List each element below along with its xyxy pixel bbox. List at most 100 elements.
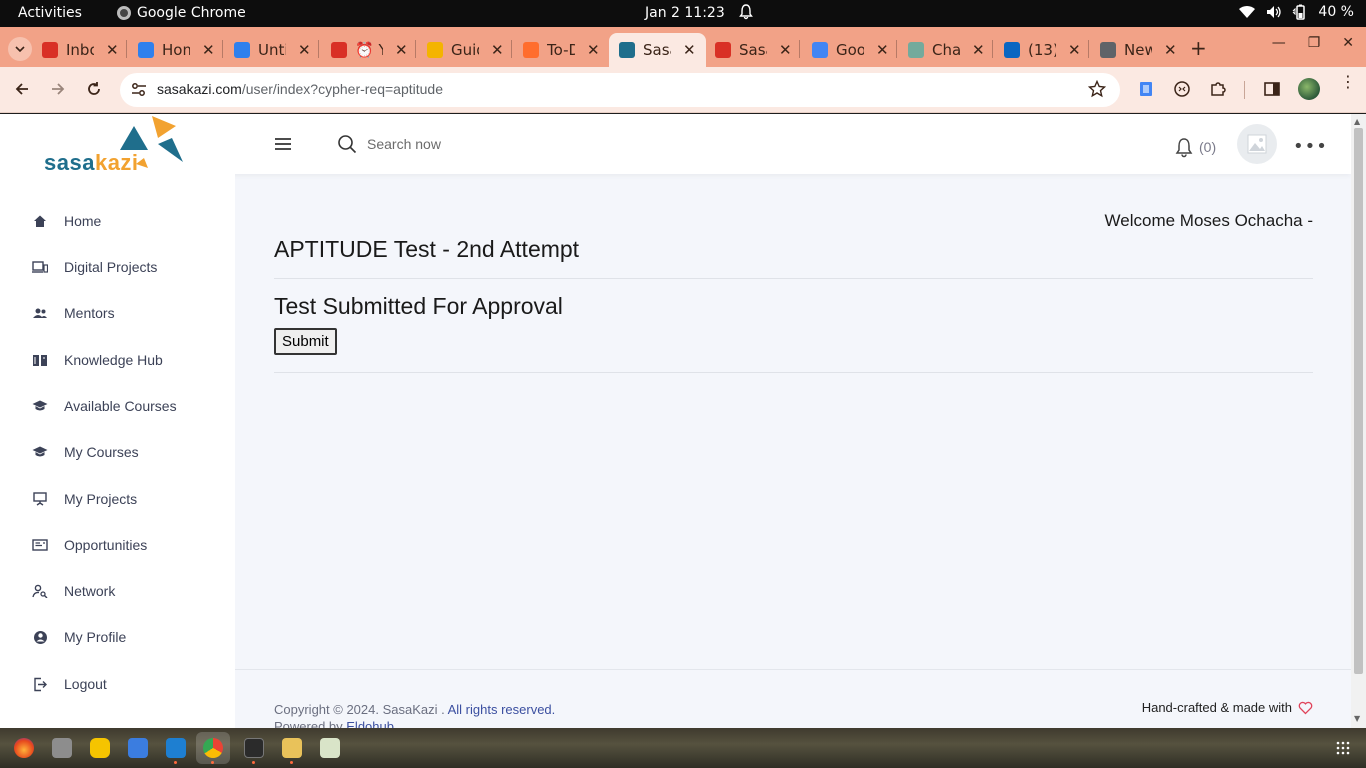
address-bar[interactable]: sasakazi.com/user/index?cypher-req=aptit… [120,73,1120,107]
files-icon[interactable] [52,738,72,758]
scroll-down-icon[interactable]: ▼ [1354,714,1360,723]
show-apps-icon[interactable] [1336,741,1350,755]
submit-button[interactable]: Submit [274,328,337,355]
reload-button[interactable] [84,79,104,99]
sidebar-item-label: Digital Projects [64,259,158,275]
close-tab-icon[interactable]: ✕ [1164,41,1177,59]
sidebar-item-label: My Courses [64,444,139,460]
minimize-icon[interactable]: — [1272,35,1286,51]
browser-tab[interactable]: Cha ✕ [908,33,985,67]
close-tab-icon[interactable]: ✕ [587,41,600,59]
site-header: sasakazi (0) ••• [0,114,1351,175]
app-menu[interactable]: Google Chrome [117,5,246,21]
bookmark-star-icon[interactable] [1088,80,1106,98]
chrome-dock-icon[interactable] [203,738,223,758]
browser-tab[interactable]: Sasa ✕ [715,33,792,67]
close-tab-icon[interactable]: ✕ [395,41,408,59]
tab-separator [318,40,320,58]
sidebar-item-home[interactable]: Home [32,210,101,232]
text-editor-icon[interactable] [128,738,148,758]
browser-tab[interactable]: Inbox ✕ [42,33,119,67]
close-window-icon[interactable]: ✕ [1342,35,1354,51]
chrome-menu-icon[interactable]: ⋮ [1340,74,1356,90]
sidebar: Home Digital Projects Mentors Knowledge … [0,174,235,728]
close-tab-icon[interactable]: ✕ [298,41,311,59]
scrollbar-thumb[interactable] [1354,128,1363,674]
main-content: Welcome Moses Ochacha - APTITUDE Test - … [235,174,1351,728]
browser-tab[interactable]: Goo ✕ [812,33,889,67]
archive-manager-icon[interactable] [282,738,302,758]
page-scrollbar[interactable]: ▲ ▼ [1351,114,1366,728]
browser-tab[interactable]: (13) ✕ [1004,33,1081,67]
sidebar-item-my-profile[interactable]: My Profile [32,626,126,648]
new-tab-button[interactable]: + [1190,36,1207,60]
browser-tab[interactable]: Guide ✕ [427,33,504,67]
firefox-icon[interactable] [14,738,34,758]
rhythmbox-icon[interactable] [90,738,110,758]
sidebar-item-my-projects[interactable]: My Projects [32,488,137,510]
browser-tab[interactable]: Sasa ✕ [609,33,706,67]
extension-circle-icon[interactable] [1173,80,1191,98]
sidebar-item-knowledge-hub[interactable]: Knowledge Hub [32,349,163,371]
close-tab-icon[interactable]: ✕ [1068,41,1081,59]
close-tab-icon[interactable]: ✕ [202,41,215,59]
balloon-icon [523,42,539,58]
close-tab-icon[interactable]: ✕ [683,41,696,59]
browser-tab[interactable]: To-Do ✕ [523,33,600,67]
system-tray[interactable]: 40 % [1238,4,1354,20]
sidebar-item-logout[interactable]: Logout [32,673,107,695]
close-tab-icon[interactable]: ✕ [972,41,985,59]
home-icon [32,213,48,229]
extension-docs-icon[interactable] [1138,80,1154,98]
forward-button[interactable] [48,79,68,99]
sidebar-item-mentors[interactable]: Mentors [32,302,115,324]
sidebar-item-label: Opportunities [64,537,148,553]
activities-button[interactable]: Activities [18,5,82,21]
close-tab-icon[interactable]: ✕ [106,41,119,59]
sidebar-item-my-courses[interactable]: My Courses [32,441,139,463]
account-circle-icon [32,629,48,645]
notifications-button[interactable]: (0) [1173,136,1216,158]
close-tab-icon[interactable]: ✕ [779,41,792,59]
sasakazi-logo[interactable]: sasakazi [40,114,190,175]
profile-avatar[interactable] [1298,78,1320,100]
close-tab-icon[interactable]: ✕ [876,41,889,59]
maximize-icon[interactable]: ❐ [1308,35,1321,51]
divider [274,278,1313,279]
clock[interactable]: Jan 2 11:23 [645,5,725,21]
vscode-icon[interactable] [166,738,186,758]
search-input[interactable] [367,136,567,152]
scroll-up-icon[interactable]: ▲ [1354,117,1360,126]
sidebar-item-digital-projects[interactable]: Digital Projects [32,256,157,278]
browser-tab[interactable]: ⏰ Y ✕ [331,33,408,67]
tab-search-button[interactable] [8,37,32,61]
tab-title: Cha [932,41,960,59]
browser-tab[interactable]: New ✕ [1100,33,1177,67]
sidebar-item-label: Knowledge Hub [64,352,163,368]
sidebar-item-label: Mentors [64,305,115,321]
sidebar-item-label: Network [64,583,116,599]
back-button[interactable] [12,79,32,99]
book-icon [32,352,48,368]
sidebar-item-network[interactable]: Network [32,580,115,602]
eldohub-link[interactable]: Eldohub [346,719,394,728]
browser-tab[interactable]: Home ✕ [138,33,215,67]
sidebar-item-available-courses[interactable]: Available Courses [32,395,177,417]
hamburger-menu-icon[interactable] [273,136,293,152]
site-settings-icon[interactable] [130,81,148,99]
tab-separator [511,40,513,58]
search-icon[interactable] [337,134,357,154]
rights-link[interactable]: All rights reserved. [448,702,556,717]
trash-icon[interactable] [320,738,340,758]
user-avatar[interactable] [1237,124,1277,164]
more-options-icon[interactable]: ••• [1293,136,1328,157]
linkedin-icon [1004,42,1020,58]
chevron-down-icon [15,46,25,52]
side-panel-icon[interactable] [1263,80,1281,98]
extensions-puzzle-icon[interactable] [1209,80,1227,98]
site-footer: Copyright © 2024. SasaKazi . All rights … [235,669,1351,728]
browser-tab[interactable]: Untitled ✕ [234,33,311,67]
close-tab-icon[interactable]: ✕ [491,41,504,59]
terminal-icon[interactable] [244,738,264,758]
sidebar-item-opportunities[interactable]: Opportunities [32,534,147,556]
